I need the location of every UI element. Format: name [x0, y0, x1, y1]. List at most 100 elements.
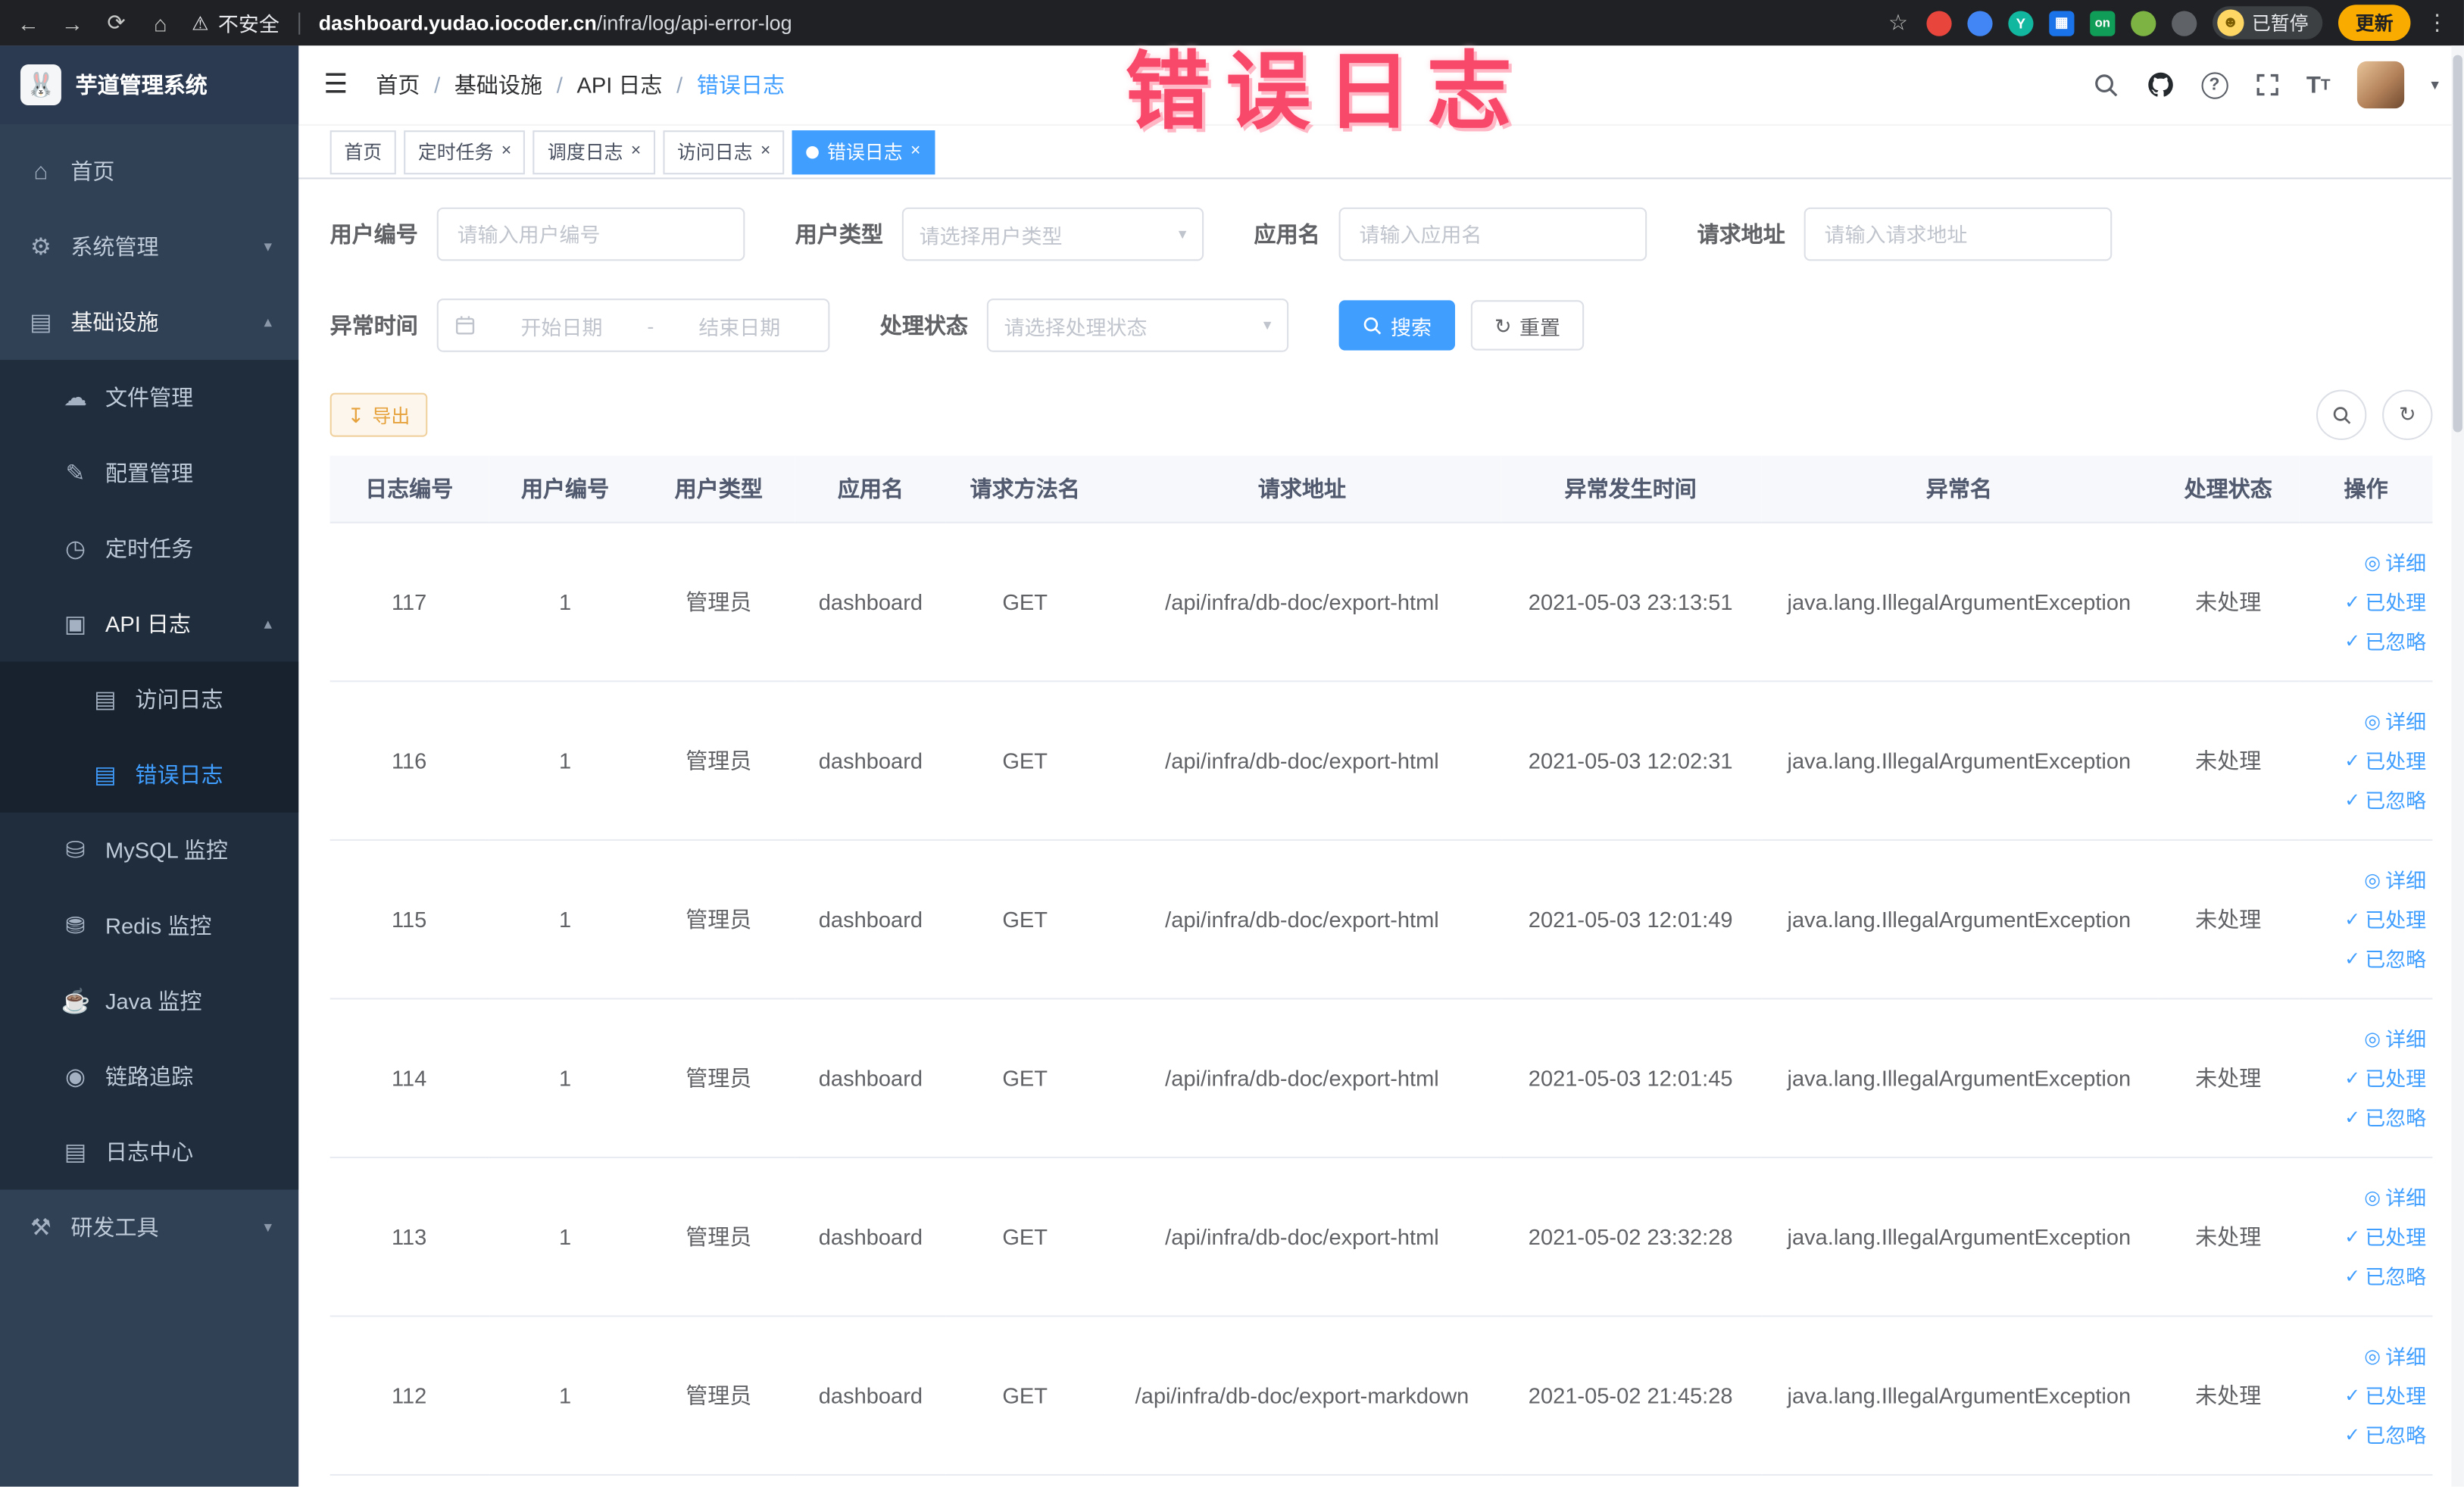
home-nav-icon[interactable]: ⌂	[148, 10, 173, 35]
cell-user-id: 1	[488, 522, 642, 683]
column-header: 异常发生时间	[1500, 455, 1762, 523]
tab-schedule-log[interactable]: 调度日志 ×	[533, 130, 655, 174]
sidebar-item-config-management[interactable]: ✎ 配置管理	[0, 436, 298, 511]
sidebar-item-label: 链路追踪	[105, 1064, 194, 1089]
action-ignored-link[interactable]: ✓ 已忽略	[2306, 1098, 2426, 1137]
action-detail-link[interactable]: ◎ 详细	[2306, 1178, 2426, 1217]
app-name-input[interactable]	[1338, 207, 1647, 261]
close-icon[interactable]: ×	[760, 142, 770, 161]
tab-error-log[interactable]: 错误日志 ×	[792, 130, 935, 174]
action-ignored-link[interactable]: ✓ 已忽略	[2306, 622, 2426, 661]
check-icon: ✓	[2344, 629, 2361, 651]
action-detail-link[interactable]: ◎ 详细	[2306, 861, 2426, 900]
security-indicator[interactable]: ⚠ 不安全	[192, 8, 280, 37]
reload-icon[interactable]: ⟳	[104, 9, 129, 36]
breadcrumb-item[interactable]: 首页	[376, 69, 420, 100]
user-avatar[interactable]	[2356, 61, 2405, 109]
extension-icon[interactable]	[1967, 10, 1993, 36]
scrollbar-thumb[interactable]	[2453, 55, 2462, 433]
tab-scheduled-jobs[interactable]: 定时任务 ×	[404, 130, 526, 174]
close-icon[interactable]: ×	[501, 142, 511, 161]
font-size-icon[interactable]: TT	[2306, 71, 2331, 98]
table-header-row: 日志编号 用户编号 用户类型 应用名 请求方法名 请求地址 异常发生时间 异常名…	[329, 455, 2433, 523]
user-id-input[interactable]	[436, 207, 745, 261]
sidebar-item-mysql-monitor[interactable]: ⛁ MySQL 监控	[0, 813, 298, 889]
sidebar-item-redis-monitor[interactable]: ⛃ Redis 监控	[0, 888, 298, 964]
toggle-search-button[interactable]	[2316, 389, 2367, 440]
back-icon[interactable]: ←	[16, 10, 41, 35]
sidebar-item-system-management[interactable]: ⚙ 系统管理 ▾	[0, 209, 298, 285]
process-status-select[interactable]: 请选择处理状态 ▾	[986, 298, 1289, 352]
select-placeholder: 请选择处理状态	[1004, 314, 1148, 339]
forward-icon[interactable]: →	[60, 10, 85, 35]
extension-icon[interactable]: Y	[2008, 10, 2034, 36]
search-icon[interactable]	[2093, 71, 2119, 98]
user-type-select[interactable]: 请选择用户类型 ▾	[901, 207, 1204, 261]
action-ignored-link[interactable]: ✓ 已忽略	[2306, 1415, 2426, 1454]
extension-leaf-icon[interactable]	[2131, 10, 2156, 36]
app-logo[interactable]: 🐰 芋道管理系统	[0, 45, 299, 124]
help-icon[interactable]: ?	[2200, 71, 2228, 98]
browser-update-button[interactable]: 更新	[2338, 5, 2411, 41]
address-bar[interactable]: dashboard.yudao.iocoder.cn/infra/log/api…	[319, 11, 792, 35]
action-processed-link[interactable]: ✓ 已处理	[2306, 1376, 2426, 1415]
action-processed-link[interactable]: ✓ 已处理	[2306, 741, 2426, 780]
breadcrumb-item[interactable]: API 日志	[576, 69, 662, 100]
sidebar-item-home[interactable]: ⌂ 首页	[0, 133, 298, 209]
logo-image: 🐰	[20, 64, 61, 105]
breadcrumb-item[interactable]: 基础设施	[454, 69, 542, 100]
navbar: ☰ 首页 / 基础设施 / API 日志 / 错误日志 ? TT ▾	[298, 45, 2464, 124]
action-processed-link[interactable]: ✓ 已处理	[2306, 583, 2426, 622]
cell-user-id: 1	[488, 681, 642, 841]
action-processed-link[interactable]: ✓ 已处理	[2306, 1217, 2426, 1257]
more-menu-icon[interactable]: ⋮	[2426, 9, 2448, 36]
sidebar-item-java-monitor[interactable]: ☕ Java 监控	[0, 964, 298, 1039]
bookmark-star-icon[interactable]: ☆	[1885, 9, 1910, 36]
profile-chip[interactable]: ☻ 已暂停	[2212, 6, 2323, 39]
extension-icon[interactable]	[1926, 10, 1952, 36]
action-processed-link[interactable]: ✓ 已处理	[2306, 1058, 2426, 1098]
action-detail-link[interactable]: ◎ 详细	[2306, 1336, 2426, 1376]
filter-label: 应用名	[1254, 221, 1320, 247]
tab-access-log[interactable]: 访问日志 ×	[663, 130, 785, 174]
scrollbar[interactable]	[2451, 45, 2464, 1487]
action-detail-link[interactable]: ◎ 详细	[2306, 1019, 2426, 1058]
search-button[interactable]: 搜索	[1338, 300, 1456, 351]
sidebar-collapse-icon[interactable]: ☰	[323, 69, 348, 100]
extension-grid-icon[interactable]: ▦	[2049, 10, 2075, 36]
sidebar-item-access-log[interactable]: ▤ 访问日志	[0, 661, 298, 737]
github-icon[interactable]	[2146, 70, 2174, 98]
action-detail-link[interactable]: ◎ 详细	[2306, 701, 2426, 741]
extension-on-icon[interactable]: on	[2090, 10, 2116, 36]
table-toolbar: ↧ 导出 ↻	[329, 389, 2433, 440]
extension-puzzle-icon[interactable]	[2172, 10, 2197, 36]
action-detail-link[interactable]: ◎ 详细	[2306, 543, 2426, 583]
filter-label: 异常时间	[329, 312, 418, 339]
avatar-caret-icon[interactable]: ▾	[2431, 77, 2438, 94]
fullscreen-icon[interactable]	[2254, 72, 2279, 97]
date-range-picker[interactable]: 开始日期 - 结束日期	[436, 298, 830, 352]
sidebar: 🐰 芋道管理系统 ⌂ 首页 ⚙ 系统管理 ▾ ▤ 基础设施 ▴ ☁ 文件管理 ✎…	[0, 45, 299, 1487]
sidebar-item-api-log[interactable]: ▣ API 日志 ▴	[0, 586, 298, 662]
sidebar-item-log-center[interactable]: ▤ 日志中心	[0, 1114, 298, 1190]
sidebar-item-file-management[interactable]: ☁ 文件管理	[0, 360, 298, 436]
reset-button[interactable]: ↻ 重置	[1470, 300, 1585, 351]
sidebar-item-error-log[interactable]: ▤ 错误日志	[0, 737, 298, 813]
sidebar-item-tracing[interactable]: ◉ 链路追踪	[0, 1039, 298, 1114]
sidebar-item-infrastructure[interactable]: ▤ 基础设施 ▴	[0, 285, 298, 361]
action-ignored-link[interactable]: ✓ 已忽略	[2306, 780, 2426, 820]
action-ignored-link[interactable]: ✓ 已忽略	[2306, 1257, 2426, 1296]
search-button-label: 搜索	[1391, 314, 1432, 339]
action-processed-link[interactable]: ✓ 已处理	[2306, 900, 2426, 939]
tab-home[interactable]: 首页	[329, 130, 396, 174]
action-ignored-link[interactable]: ✓ 已忽略	[2306, 939, 2426, 979]
url-path: /infra/log/api-error-log	[596, 11, 792, 35]
close-icon[interactable]: ×	[631, 142, 641, 161]
refresh-table-button[interactable]: ↻	[2382, 389, 2433, 440]
tab-label: 错误日志	[827, 141, 903, 164]
sidebar-item-scheduled-jobs[interactable]: ◷ 定时任务	[0, 511, 298, 586]
export-button[interactable]: ↧ 导出	[329, 392, 428, 437]
sidebar-item-dev-tools[interactable]: ⚒ 研发工具 ▾	[0, 1189, 298, 1265]
request-url-input[interactable]	[1803, 207, 2113, 261]
close-icon[interactable]: ×	[910, 142, 920, 161]
